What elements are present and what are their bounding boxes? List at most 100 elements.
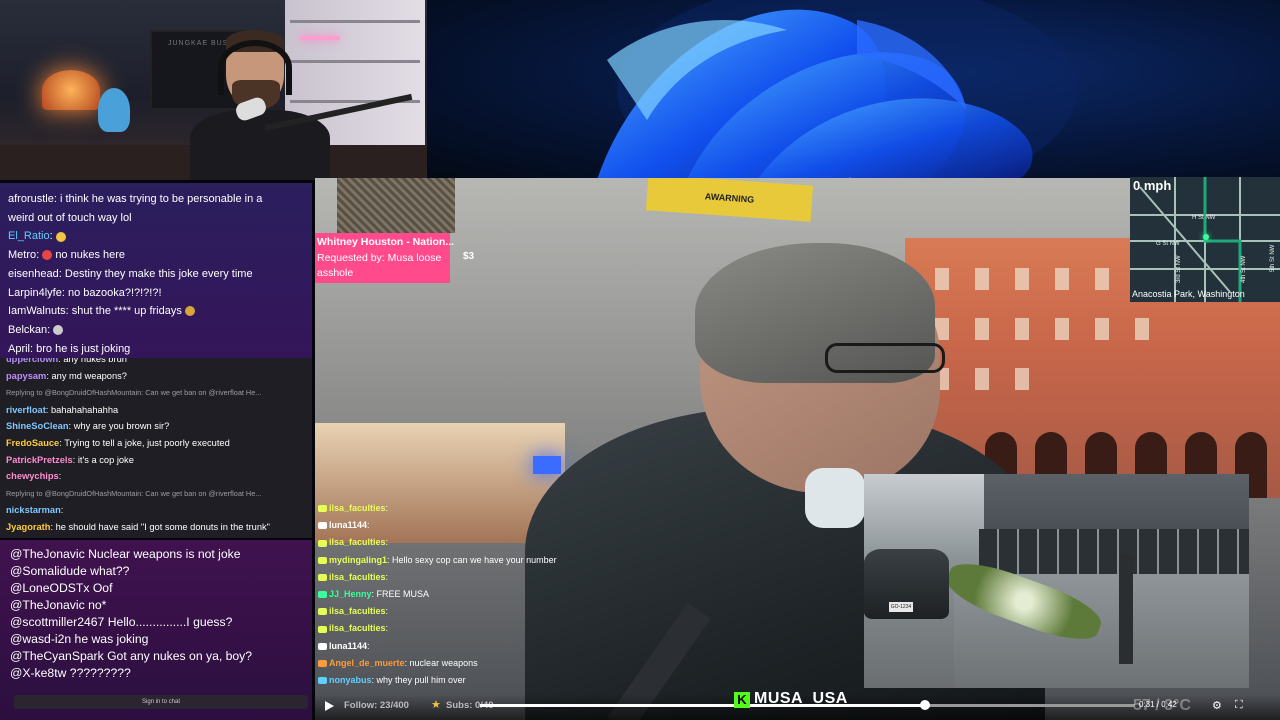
- emote-icon: [55, 231, 66, 242]
- song-price: $3: [463, 251, 475, 262]
- figurine: [98, 88, 130, 132]
- gear-icon[interactable]: ⚙: [1212, 699, 1222, 712]
- chat-message: El_Ratio:: [8, 227, 304, 246]
- song-title: Whitney Houston - Nation...: [317, 236, 455, 248]
- pip-lamp-post: [1119, 554, 1133, 664]
- chat-message: eisenhead: Destiny they make this joke e…: [8, 267, 253, 280]
- location-marker: [1203, 234, 1209, 240]
- youtube-chat-panel: @TheJonavic Nuclear weapons is not joke @…: [0, 540, 312, 720]
- emote-icon: [184, 306, 195, 317]
- badge-icon: [318, 556, 327, 564]
- chat-message: IamWalnuts: shut the **** up fridays: [8, 302, 304, 321]
- chat-message: Belckan:: [8, 321, 304, 340]
- chat-message: Larpin4lyfe: no bazooka?!?!?!?!: [8, 286, 162, 299]
- officer-glasses: [825, 343, 945, 373]
- song-requested-by-cont: asshole: [317, 267, 354, 279]
- speed-readout: 0 mph: [1133, 178, 1172, 193]
- bloom-graphic: [597, 0, 1077, 180]
- lamp: [42, 70, 100, 110]
- overlay-chat-message: JJ_Henny: FREE MUSA: [318, 586, 738, 603]
- police-light: [533, 456, 561, 474]
- pip-video[interactable]: GO-1234: [864, 474, 1249, 688]
- chat-message: PatrickPretzels: it's a cop joke: [6, 454, 134, 465]
- chat-message: @TheJonavic Nuclear weapons is not joke: [10, 547, 241, 561]
- play-icon[interactable]: [323, 700, 335, 712]
- overlay-chat-message: ilsa_faculties:: [318, 603, 738, 620]
- shelf-divider: [290, 60, 420, 63]
- song-thumbnail: [337, 178, 455, 233]
- chat-message: nickstarman:: [6, 505, 64, 516]
- emote-icon: [42, 250, 53, 261]
- badge-icon: [318, 642, 327, 650]
- chat-message: @TheCyanSpark Got any nukes on ya, boy?: [10, 649, 253, 663]
- badge-icon: [318, 625, 327, 633]
- chat-message: ShineSoClean: why are you brown sir?: [6, 421, 170, 432]
- map-location: Anacostia Park, Washington: [1132, 289, 1245, 299]
- overlay-chat-message: luna1144:: [318, 638, 738, 655]
- timecode: 0:31 / 0:42: [1139, 700, 1177, 709]
- emote-icon: [53, 325, 64, 336]
- chat-message: riverfloat: bahahahahahha: [6, 404, 119, 415]
- headset: [218, 40, 292, 95]
- progress-fill: [480, 704, 925, 707]
- chat-message: afrorustle: i think he was trying to be …: [8, 193, 263, 205]
- chat-main-panel: afrorustle: i think he was trying to be …: [0, 183, 312, 358]
- badge-icon: [318, 659, 327, 667]
- badge-icon: [318, 677, 327, 685]
- fullscreen-icon[interactable]: ⛶: [1235, 699, 1243, 712]
- star-icon: ★: [431, 699, 441, 711]
- street-label: 5th St NW: [1270, 244, 1276, 272]
- chat-reply-context: Replying to @BongDruidOfHashMountain: Ca…: [6, 488, 262, 498]
- badge-icon: [318, 505, 327, 513]
- chat-message: Jyagorath: he should have said "I got so…: [6, 521, 270, 532]
- song-requested-by: Requested by: Musa loose: [317, 251, 442, 264]
- overlay-chat-message: mydingaling1: Hello sexy cop can we have…: [318, 552, 738, 569]
- overlay-chat-message: ilsa_faculties:: [318, 500, 738, 517]
- chat-message: @wasd-i2n he was joking: [10, 632, 149, 646]
- kick-chat-panel: upperclown: any nukes bruh papysam: any m…: [0, 358, 312, 538]
- overlay-chat-message: ilsa_faculties:: [318, 569, 738, 586]
- warning-sticker: AWARNING: [645, 178, 814, 222]
- overlay-chat-message: Angel_de_muerte: nuclear weapons: [318, 655, 738, 672]
- chat-message: @LoneODSTx Oof: [10, 581, 113, 595]
- badge-icon: [318, 522, 327, 530]
- badge-icon: [318, 591, 327, 599]
- chat-message: FredoSauce: Trying to tell a joke, just …: [6, 437, 230, 448]
- street-label: G St NW: [1156, 241, 1180, 247]
- channel-name: MUSA_USA: [754, 690, 848, 707]
- badge-icon: [318, 608, 327, 616]
- chat-message: papysam: any md weapons?: [6, 370, 127, 381]
- progress-knob[interactable]: [920, 700, 930, 710]
- chat-message: upperclown: any nukes bruh: [6, 358, 127, 364]
- overlay-chat: ilsa_faculties: luna1144: ilsa_faculties…: [318, 500, 738, 689]
- chat-message: weird out of touch way lol: [8, 211, 132, 224]
- overlay-chat-message: nonyabus: why they pull him over: [318, 672, 738, 689]
- webcam-panel: JUNGKAE BUSSE: [0, 0, 427, 180]
- street-label: H St NW: [1192, 215, 1216, 221]
- pip-storefront: [979, 529, 1249, 574]
- overlay-chat-message: ilsa_faculties:: [318, 620, 738, 637]
- chat-message: chewychips:: [6, 471, 62, 482]
- pip-license-plate: GO-1234: [889, 602, 913, 612]
- chat-message: Metro: no nukes here: [8, 249, 126, 262]
- face-mask: [805, 468, 865, 528]
- sign-in-button[interactable]: Sign in to chat: [14, 695, 308, 709]
- song-request-card: Whitney Houston - Nation... Requested by…: [315, 233, 455, 283]
- street-label: 4th St NW: [1241, 255, 1247, 283]
- chat-message: @scottmiller2467 Hello...............I g…: [10, 615, 233, 629]
- overlay-chat-message: luna1144:: [318, 517, 738, 534]
- overlay-chat-message: ilsa_faculties:: [318, 534, 738, 551]
- shelf-divider: [290, 20, 420, 23]
- chat-message: @Somalidude what??: [10, 564, 130, 578]
- kick-logo-icon: K: [734, 692, 750, 708]
- desktop-wallpaper: [427, 0, 1280, 180]
- neon-light: [300, 36, 340, 40]
- badge-icon: [318, 573, 327, 581]
- chat-message: @TheJonavic no*: [10, 598, 107, 612]
- follow-counter: Follow: 23/400: [344, 700, 409, 711]
- badge-icon: [318, 539, 327, 547]
- chat-message: @X-ke8tw ?????????: [10, 666, 131, 680]
- street-label: 3rd St NW: [1176, 255, 1182, 283]
- chat-reply-context: Replying to @BongDruidOfHashMountain: Ca…: [6, 388, 262, 398]
- chat-message: April: bro he is just joking: [8, 342, 131, 355]
